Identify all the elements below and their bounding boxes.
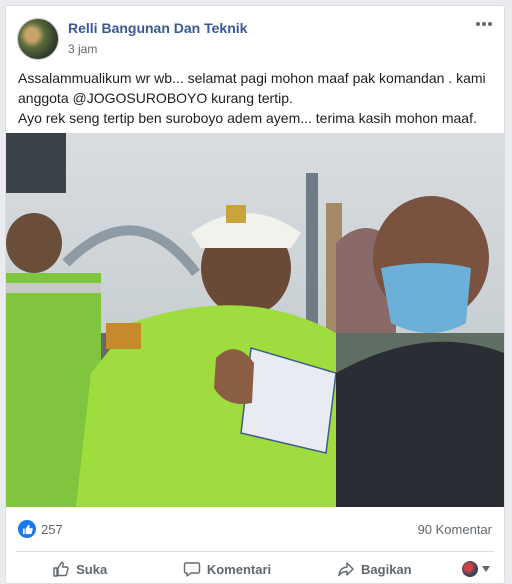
audience-selector[interactable] [448, 561, 504, 577]
photo-illustration [6, 133, 504, 507]
post-card: Relli Bangunan Dan Teknik 3 jam Assalamm… [5, 5, 505, 584]
reaction-count: 257 [41, 521, 63, 537]
share-button[interactable]: Bagikan [301, 560, 448, 578]
like-reaction-icon [18, 520, 36, 538]
share-label: Bagikan [361, 561, 412, 577]
post-text-line-1: Assalammualikum wr wb... selamat pagi mo… [18, 70, 486, 106]
like-label: Suka [76, 561, 108, 577]
thumbs-up-icon [53, 561, 69, 577]
post-text: Assalammualikum wr wb... selamat pagi mo… [18, 68, 496, 128]
post-text-line-2: Ayo rek seng tertip ben suroboyo adem ay… [18, 110, 477, 126]
comment-button[interactable]: Komentari [153, 560, 300, 578]
action-bar: Suka Komentari Bagikan [6, 554, 504, 583]
reaction-summary[interactable]: 257 [18, 520, 63, 538]
share-icon [338, 562, 354, 577]
post-author[interactable]: Relli Bangunan Dan Teknik [68, 20, 247, 36]
more-options-icon[interactable] [474, 18, 494, 30]
post-photo[interactable] [6, 133, 504, 507]
comment-label: Komentari [206, 561, 272, 577]
author-avatar[interactable] [17, 18, 59, 60]
comment-icon [183, 562, 201, 577]
like-button[interactable]: Suka [6, 560, 153, 578]
comment-count[interactable]: 90 Komentar [418, 522, 492, 537]
post-time[interactable]: 3 jam [68, 42, 97, 56]
action-divider [16, 551, 494, 552]
caret-down-icon [481, 566, 490, 572]
profile-avatar-small [461, 561, 478, 577]
